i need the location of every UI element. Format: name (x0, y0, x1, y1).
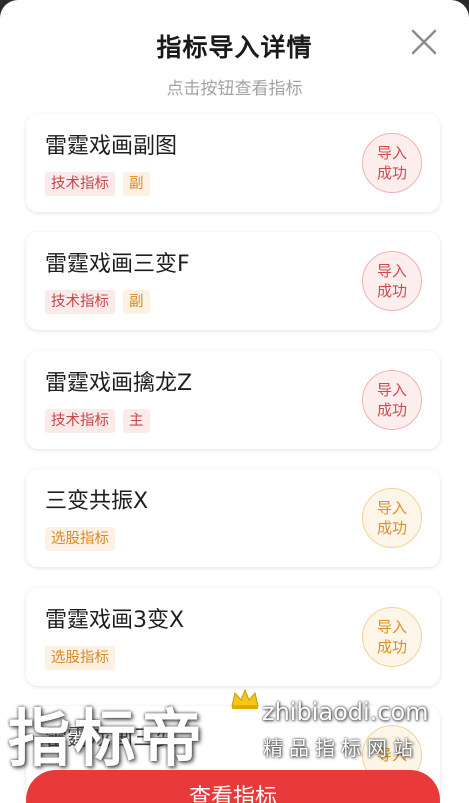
status-text: 导入 (376, 618, 407, 636)
type-tag: 技术指标 (45, 409, 115, 433)
status-text: 导入 (376, 262, 407, 280)
tag-group: 技术指标 主 (45, 409, 150, 433)
list-item[interactable]: 雷霆戏画3变X 选股指标 导入 成功 (26, 588, 440, 686)
chart-position-tag: 副 (123, 290, 150, 314)
indicator-list: 雷霆戏画副图 技术指标 副 导入 成功 雷霆戏画三变F 技术指标 副 导入 成功… (0, 0, 469, 803)
indicator-name: 雷霆戏画三变 (45, 726, 178, 751)
chart-position-tag: 副 (123, 172, 150, 196)
chart-position-tag: 主 (123, 409, 150, 433)
status-badge[interactable]: 导入 成功 (362, 370, 422, 430)
status-text: 成功 (376, 164, 407, 182)
view-indicators-button[interactable]: 查看指标 (26, 770, 440, 803)
indicator-name: 雷霆戏画三变F (45, 252, 190, 277)
type-tag: 选股指标 (45, 527, 115, 551)
status-text: 导入 (376, 746, 407, 764)
list-item[interactable]: 雷霆戏画三变F 技术指标 副 导入 成功 (26, 232, 440, 330)
indicator-name: 雷霆戏画3变X (45, 608, 185, 633)
tag-group: 技术指标 副 (45, 290, 150, 314)
type-tag: 技术指标 (45, 172, 115, 196)
status-badge[interactable]: 导入 成功 (362, 488, 422, 548)
status-text: 成功 (376, 519, 407, 537)
import-details-modal: 指标导入详情 点击按钮查看指标 雷霆戏画副图 技术指标 副 导入 成功 雷霆戏画… (0, 0, 469, 803)
status-text: 成功 (376, 638, 407, 656)
list-item[interactable]: 雷霆戏画擒龙Z 技术指标 主 导入 成功 (26, 351, 440, 449)
status-badge[interactable]: 导入 成功 (362, 607, 422, 667)
list-item[interactable]: 雷霆戏画副图 技术指标 副 导入 成功 (26, 114, 440, 212)
status-badge[interactable]: 导入 成功 (362, 251, 422, 311)
tag-group: 选股指标 (45, 646, 115, 670)
status-text: 导入 (376, 381, 407, 399)
status-text: 成功 (376, 401, 407, 419)
indicator-name: 雷霆戏画擒龙Z (45, 371, 193, 396)
type-tag: 技术指标 (45, 290, 115, 314)
tag-group: 选股指标 (45, 527, 115, 551)
list-item[interactable]: 三变共振X 选股指标 导入 成功 (26, 469, 440, 567)
indicator-name: 雷霆戏画副图 (45, 134, 178, 159)
status-text: 导入 (376, 144, 407, 162)
type-tag: 选股指标 (45, 646, 115, 670)
indicator-name: 三变共振X (45, 489, 149, 514)
status-text: 导入 (376, 499, 407, 517)
status-badge[interactable]: 导入 成功 (362, 133, 422, 193)
tag-group: 技术指标 副 (45, 172, 150, 196)
status-text: 成功 (376, 282, 407, 300)
